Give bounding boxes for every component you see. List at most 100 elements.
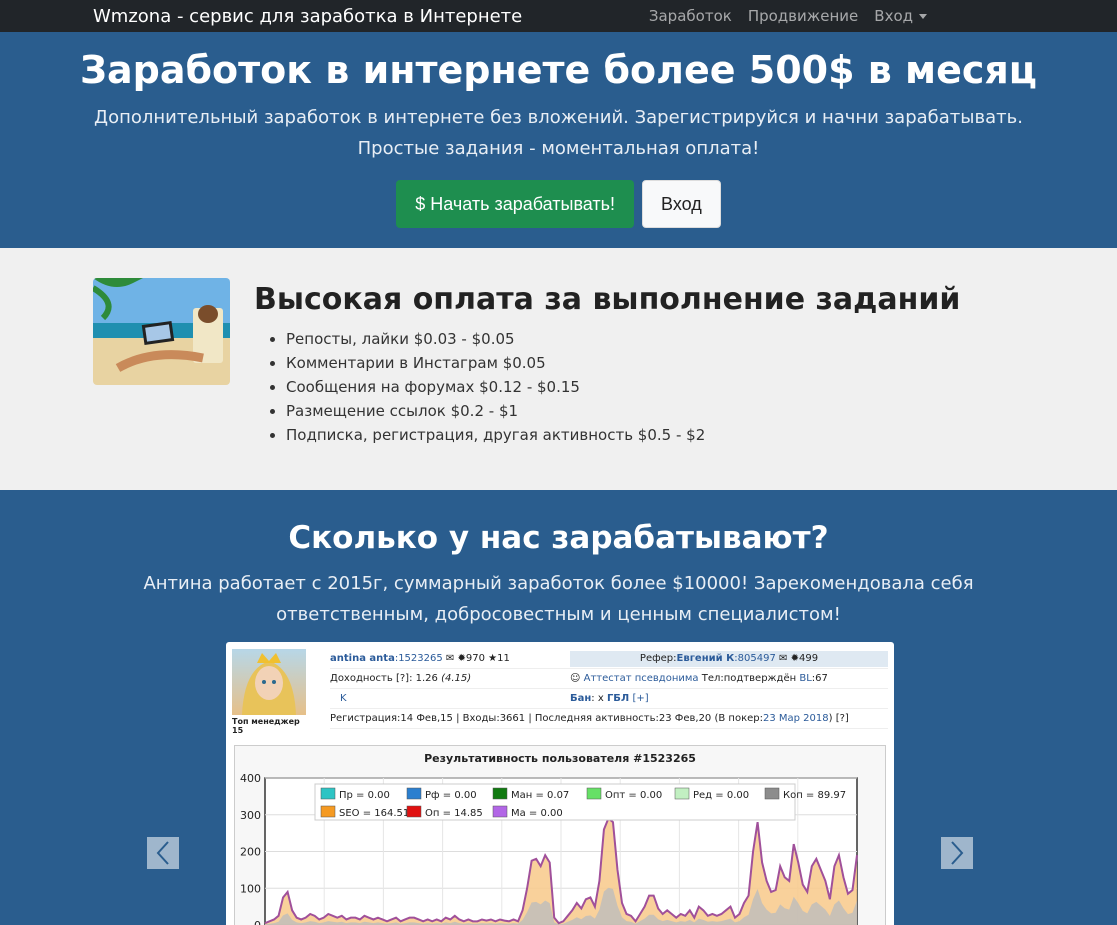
legend-label: Коп = 89.97 xyxy=(783,790,846,801)
earnings-subtitle: Антина работает с 2015г, суммарный зараб… xyxy=(143,573,974,625)
performance-chart: Результативность пользователя #1523265 0… xyxy=(234,745,886,925)
list-item: Комментарии в Инстаграм $0.05 xyxy=(286,351,960,375)
avatar xyxy=(232,649,306,715)
legend-swatch xyxy=(674,787,690,800)
nav-link-login[interactable]: Вход xyxy=(874,7,927,25)
list-item: Сообщения на форумах $0.12 - $0.15 xyxy=(286,375,960,399)
ref-label: Рефер: xyxy=(639,652,677,664)
nav-link-earnings[interactable]: Заработок xyxy=(649,7,732,25)
y-tick-label: 400 xyxy=(240,772,261,785)
ban-cell: Бан: x ГБЛ [+] xyxy=(570,693,888,704)
hero-buttons: $ Начать зарабатывать! Вход xyxy=(0,180,1117,228)
chart-title: Результативность пользователя #1523265 xyxy=(424,752,696,765)
profile-row: Регистрация:14 Фев,15 | Входы:3661 | Пос… xyxy=(330,709,888,729)
legend-swatch xyxy=(320,805,336,818)
feature-section: Высокая оплата за выполнение заданий Реп… xyxy=(0,248,1117,490)
profile-row: K Бан: x ГБЛ [+] xyxy=(330,689,888,709)
list-item: Репосты, лайки $0.03 - $0.05 xyxy=(286,327,960,351)
y-tick-label: 100 xyxy=(240,882,261,895)
legend-swatch xyxy=(492,787,508,800)
stat1-value: 970 xyxy=(465,653,485,664)
chevron-left-icon xyxy=(156,841,169,865)
user-name-link[interactable]: antina anta xyxy=(330,653,395,664)
star-icon: ★ xyxy=(488,653,498,664)
referrer-id: :805497 xyxy=(734,652,776,664)
feature-title: Высокая оплата за выполнение заданий xyxy=(254,282,961,317)
hero-subtitle: Дополнительный заработок в интернете без… xyxy=(94,107,1023,159)
hero-title: Заработок в интернете более 500$ в месяц xyxy=(80,48,1037,92)
registration-line: Регистрация:14 Фев,15 | Входы:3661 | Пос… xyxy=(330,713,763,724)
nav-link-login-label: Вход xyxy=(874,7,913,25)
bl-value: :67 xyxy=(811,673,828,684)
help-icon[interactable]: [?] xyxy=(833,713,849,724)
carousel-slide: Топ менеджер 15 antina anta:1523265 ✉ ✹9… xyxy=(226,642,894,925)
phone-status: Тел:подтверждён xyxy=(701,673,797,684)
navbar: Wmzona - сервис для заработка в Интернет… xyxy=(0,0,1117,32)
profile-name-cell: antina anta:1523265 ✉ ✹970 ★11 xyxy=(330,653,570,664)
ban-label: Бан xyxy=(570,693,592,704)
legend-swatch xyxy=(492,805,508,818)
income-label: Доходность xyxy=(330,673,393,684)
user-id: :1523265 xyxy=(394,653,443,664)
legend-label: Ма = 0.00 xyxy=(511,808,563,819)
start-earning-button[interactable]: $ Начать зарабатывать! xyxy=(396,180,635,228)
legend-swatch xyxy=(586,787,602,800)
avatar-block: Топ менеджер 15 xyxy=(232,649,310,735)
referrer-name-link[interactable]: Евгений К xyxy=(677,653,735,664)
nav-link-promotion[interactable]: Продвижение xyxy=(748,7,858,25)
earnings-section: Сколько у нас зарабатывают? Антина работ… xyxy=(0,490,1117,925)
avatar-caption: Топ менеджер 15 xyxy=(232,717,300,735)
earnings-title: Сколько у нас зарабатывают? xyxy=(288,520,829,556)
nav-links: Заработок Продвижение Вход xyxy=(649,7,927,25)
legend-swatch xyxy=(406,787,422,800)
profile-info: antina anta:1523265 ✉ ✹970 ★11 Рефер:Евг… xyxy=(330,649,888,735)
help-icon[interactable]: [?] xyxy=(396,673,409,684)
brand[interactable]: Wmzona - сервис для заработка в Интернет… xyxy=(93,6,522,27)
income-average: (4.15) xyxy=(441,673,472,684)
legend-label: Пр = 0.00 xyxy=(339,790,390,801)
attest-cell: ☺ Аттестат псевдонима Тел:подтверждён BL… xyxy=(570,673,888,684)
income-cell: Доходность [?]: 1.26 (4.15) xyxy=(330,673,570,684)
gear-icon: ✹ xyxy=(457,653,466,664)
legend-swatch xyxy=(764,787,780,800)
mail-icon[interactable]: ✉ xyxy=(446,653,454,664)
y-tick-label: 300 xyxy=(240,809,261,822)
k-cell: K xyxy=(330,693,570,704)
bl-label[interactable]: BL xyxy=(799,673,811,684)
carousel-next-button[interactable] xyxy=(941,837,973,869)
chart-canvas: 0 100 200 300 400 Пр = 0.00 Рф = 0.00 Ман = 0.0… xyxy=(240,772,858,925)
carousel-prev-button[interactable] xyxy=(147,837,179,869)
profile-panel: Топ менеджер 15 antina anta:1523265 ✉ ✹9… xyxy=(226,642,894,735)
chevron-right-icon xyxy=(951,841,964,865)
legend-swatch xyxy=(320,787,336,800)
attest-link[interactable]: Аттестат псевдонима xyxy=(584,673,699,684)
gear-icon: ✹ xyxy=(790,652,799,664)
referrer-cell: Рефер:Евгений К:805497 ✉ ✹499 xyxy=(570,650,888,667)
hero: Заработок в интернете более 500$ в месяц… xyxy=(0,32,1117,248)
income-value: : 1.26 xyxy=(409,673,438,684)
feature-text: Высокая оплата за выполнение заданий Реп… xyxy=(254,278,960,490)
k-link[interactable]: K xyxy=(340,693,347,704)
legend-label: Оп = 14.85 xyxy=(425,808,483,819)
user-icon: ☺ xyxy=(570,673,581,684)
y-tick-label: 200 xyxy=(240,846,261,859)
legend-label: Ман = 0.07 xyxy=(511,790,569,801)
legend-label: SEO = 164.51 xyxy=(339,808,409,819)
ref-stat-value: 499 xyxy=(798,652,819,664)
list-item: Подписка, регистрация, другая активность… xyxy=(286,423,960,447)
stat2-value: 11 xyxy=(497,653,510,664)
legend-label: Ред = 0.00 xyxy=(693,790,749,801)
beach-laptop-image xyxy=(93,278,230,385)
feature-list: Репосты, лайки $0.03 - $0.05 Комментарии… xyxy=(254,327,960,447)
caret-down-icon xyxy=(919,14,927,19)
gbl-add-link[interactable]: [+] xyxy=(632,693,648,704)
ban-value: : x xyxy=(591,693,604,704)
legend-swatch xyxy=(406,805,422,818)
legend-label: Рф = 0.00 xyxy=(425,790,477,801)
mail-icon[interactable]: ✉ xyxy=(779,653,787,664)
profile-row: antina anta:1523265 ✉ ✹970 ★11 Рефер:Евг… xyxy=(330,649,888,669)
poker-date-link[interactable]: 23 Мар 2018 xyxy=(763,713,829,724)
login-button[interactable]: Вход xyxy=(642,180,721,228)
y-tick-label: 0 xyxy=(254,919,261,925)
profile-row: Доходность [?]: 1.26 (4.15) ☺ Аттестат п… xyxy=(330,669,888,689)
